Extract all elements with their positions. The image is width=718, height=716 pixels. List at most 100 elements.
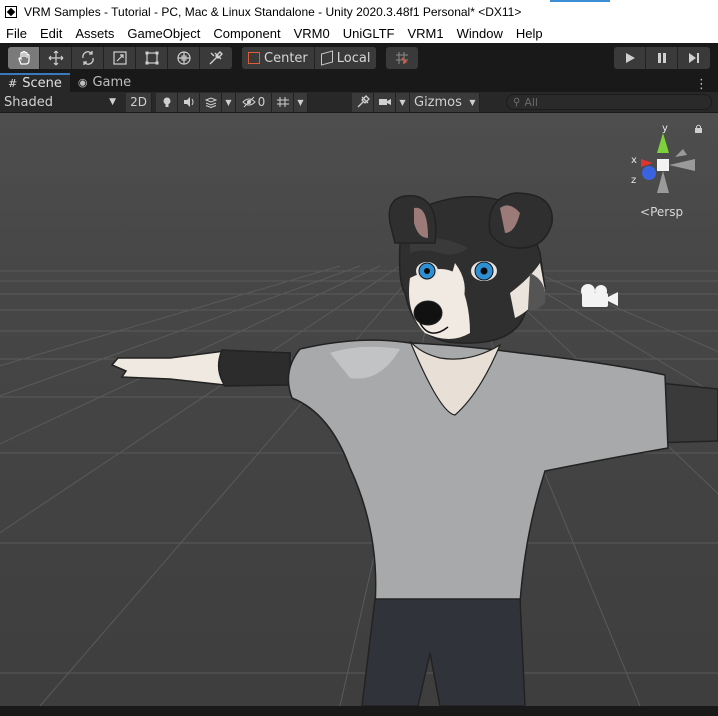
menu-edit[interactable]: Edit — [40, 26, 62, 41]
scene-icon: # — [8, 77, 18, 90]
play-controls — [614, 47, 710, 69]
hidden-count: 0 — [257, 95, 266, 109]
menu-help[interactable]: Help — [516, 26, 543, 41]
axis-x-label: x — [631, 155, 637, 166]
scene-tools-button[interactable] — [352, 92, 374, 112]
menu-unigltf[interactable]: UniGLTF — [343, 26, 395, 41]
camera-settings-button[interactable] — [374, 92, 396, 112]
custom-tool-button[interactable] — [200, 47, 232, 69]
hand-tool-button[interactable] — [8, 47, 40, 69]
search-icon: ⚲ — [513, 96, 521, 108]
transform-icon — [176, 51, 191, 65]
axis-z-label: z — [631, 175, 636, 186]
snap-group — [386, 47, 419, 69]
transform-tools — [8, 47, 232, 69]
layers-icon — [204, 97, 217, 108]
camera-icon — [378, 99, 391, 105]
chevron-down-icon: ▼ — [469, 97, 476, 107]
scene-search-input[interactable] — [524, 95, 685, 109]
effects-toggle[interactable] — [200, 92, 222, 112]
z-axis-cone — [642, 166, 656, 180]
unity-logo-icon — [5, 5, 17, 18]
grid-dropdown[interactable]: ▼ — [294, 92, 308, 112]
game-controller-icon: ◉ — [77, 76, 88, 89]
gizmos-dropdown[interactable]: ▼ — [465, 92, 480, 112]
menu-bar: File Edit Assets GameObject Component VR… — [0, 23, 718, 43]
scale-tool-button[interactable] — [104, 47, 136, 69]
gizmo-center — [657, 159, 669, 171]
transform-tool-button[interactable] — [168, 47, 200, 69]
draw-mode-dropdown[interactable]: Shaded ▼ — [0, 92, 120, 112]
menu-vrm0[interactable]: VRM0 — [294, 26, 330, 41]
pivot-center-icon — [248, 52, 260, 64]
gizmos-button[interactable]: Gizmos — [410, 92, 466, 112]
pivot-rotation-button[interactable]: Local — [314, 47, 377, 69]
play-button[interactable] — [614, 47, 646, 69]
toggle-2d-label: 2D — [130, 95, 147, 109]
title-bar: VRM Samples - Tutorial - PC, Mac & Linux… — [0, 0, 718, 23]
chevron-down-icon: ▼ — [225, 97, 232, 107]
local-cube-icon — [320, 50, 333, 66]
step-icon — [689, 53, 699, 63]
rect-tool-icon — [145, 51, 158, 65]
pivot-mode-button[interactable]: Center — [242, 47, 315, 69]
editor-tabs: # Scene ◉ Game ⋮ — [0, 73, 718, 92]
grid-snap-button[interactable] — [386, 47, 418, 69]
status-bar — [0, 706, 718, 716]
pause-icon — [657, 53, 666, 63]
menu-component[interactable]: Component — [213, 26, 280, 41]
tab-game-label: Game — [92, 75, 132, 90]
camera-dropdown[interactable]: ▼ — [396, 92, 410, 112]
axis-y-label: y — [662, 123, 668, 134]
menu-assets[interactable]: Assets — [75, 26, 114, 41]
wrench-icon — [357, 95, 370, 108]
scene-render — [0, 113, 718, 706]
grid-snap-icon — [396, 52, 409, 64]
title-accent — [550, 0, 610, 2]
tab-scene[interactable]: # Scene — [0, 73, 70, 92]
more-options-icon[interactable]: ⋮ — [695, 77, 708, 92]
draw-mode-label: Shaded — [4, 94, 53, 110]
menu-gameobject[interactable]: GameObject — [127, 26, 200, 41]
toggle-2d-button[interactable]: 2D — [126, 92, 152, 112]
audio-toggle[interactable] — [178, 92, 200, 112]
grid-icon — [276, 97, 289, 107]
chevron-down-icon: ▼ — [109, 97, 116, 107]
chevron-down-icon: ▼ — [297, 97, 304, 107]
hand-icon — [17, 50, 30, 65]
projection-toggle[interactable]: <Persp — [640, 205, 683, 219]
step-button[interactable] — [678, 47, 710, 69]
gizmos-label: Gizmos — [414, 94, 462, 110]
main-toolbar: Center Local — [0, 43, 718, 73]
rotate-tool-button[interactable] — [72, 47, 104, 69]
rect-tool-button[interactable] — [136, 47, 168, 69]
scale-icon — [112, 51, 127, 65]
effects-dropdown[interactable]: ▼ — [222, 92, 236, 112]
rotate-icon — [81, 51, 94, 65]
pivot-toggles: Center Local — [242, 47, 377, 69]
scene-viewport[interactable]: y x z <Persp — [0, 113, 718, 706]
tab-game[interactable]: ◉ Game — [70, 73, 139, 92]
scene-toolbar: Shaded ▼ 2D ▼ 0 ▼ ▼ Gizmos ▼ ⚲ — [0, 92, 718, 113]
move-tool-button[interactable] — [40, 47, 72, 69]
persp-icon: < — [640, 205, 651, 219]
grid-toggle[interactable] — [272, 92, 294, 112]
speaker-icon — [183, 97, 193, 107]
x-axis-cone — [641, 159, 653, 167]
y-axis-cone — [657, 133, 669, 153]
lighting-toggle[interactable] — [156, 92, 178, 112]
scene-visibility-toggle[interactable]: 0 — [236, 92, 272, 112]
lightbulb-icon — [163, 97, 170, 107]
pivot-rotation-label: Local — [336, 50, 371, 66]
pause-button[interactable] — [646, 47, 678, 69]
chevron-down-icon: ▼ — [399, 97, 406, 107]
tools-icon — [209, 51, 223, 65]
move-icon — [48, 50, 63, 66]
scene-search: ⚲ — [506, 94, 712, 110]
play-icon — [625, 53, 635, 63]
menu-window[interactable]: Window — [457, 26, 503, 41]
window-title: VRM Samples - Tutorial - PC, Mac & Linux… — [24, 4, 522, 19]
menu-vrm1[interactable]: VRM1 — [407, 26, 443, 41]
eye-slash-icon — [241, 96, 256, 108]
menu-file[interactable]: File — [6, 26, 27, 41]
